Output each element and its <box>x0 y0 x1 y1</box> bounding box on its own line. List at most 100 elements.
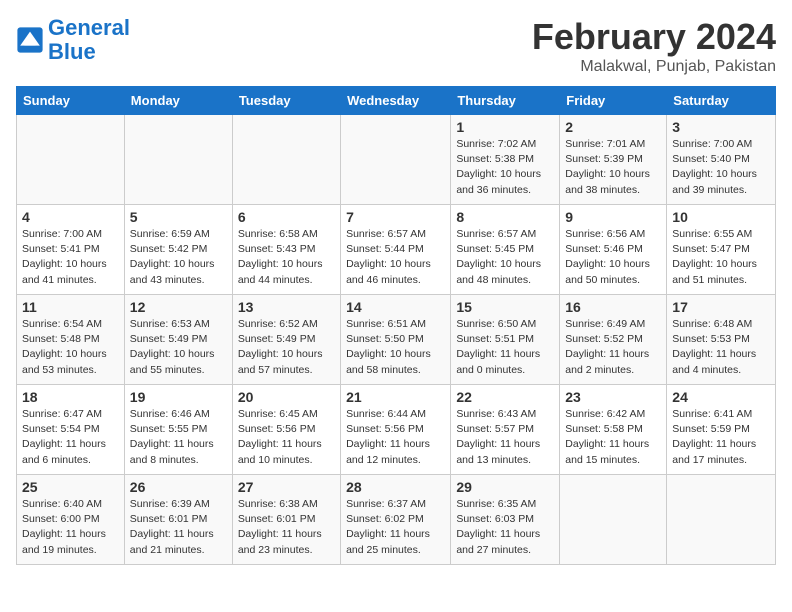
day-info: Sunrise: 7:00 AM Sunset: 5:40 PM Dayligh… <box>672 137 770 198</box>
day-info: Sunrise: 6:51 AM Sunset: 5:50 PM Dayligh… <box>346 317 445 378</box>
calendar-cell: 20 Sunrise: 6:45 AM Sunset: 5:56 PM Dayli… <box>232 385 340 475</box>
day-number: 19 <box>130 389 227 405</box>
calendar-cell <box>124 115 232 205</box>
calendar-cell: 7 Sunrise: 6:57 AM Sunset: 5:44 PM Daylig… <box>341 205 451 295</box>
calendar-cell: 15 Sunrise: 6:50 AM Sunset: 5:51 PM Dayli… <box>451 295 560 385</box>
calendar-cell: 12 Sunrise: 6:53 AM Sunset: 5:49 PM Dayli… <box>124 295 232 385</box>
calendar-cell: 19 Sunrise: 6:46 AM Sunset: 5:55 PM Dayli… <box>124 385 232 475</box>
logo: General Blue <box>16 16 130 64</box>
day-info: Sunrise: 6:59 AM Sunset: 5:42 PM Dayligh… <box>130 227 227 288</box>
calendar-cell: 1 Sunrise: 7:02 AM Sunset: 5:38 PM Daylig… <box>451 115 560 205</box>
calendar-cell: 3 Sunrise: 7:00 AM Sunset: 5:40 PM Daylig… <box>667 115 776 205</box>
day-number: 25 <box>22 479 119 495</box>
calendar-cell: 16Sunrise: 6:49 AM Sunset: 5:52 PM Dayli… <box>560 295 667 385</box>
day-number: 4 <box>22 209 119 225</box>
calendar-cell: 4 Sunrise: 7:00 AM Sunset: 5:41 PM Daylig… <box>17 205 125 295</box>
day-number: 5 <box>130 209 227 225</box>
calendar-cell: 28Sunrise: 6:37 AM Sunset: 6:02 PM Dayli… <box>341 475 451 565</box>
calendar-cell: 25 Sunrise: 6:40 AM Sunset: 6:00 PM Dayli… <box>17 475 125 565</box>
day-number: 26 <box>130 479 227 495</box>
day-number: 9 <box>565 209 661 225</box>
calendar-cell: 26 Sunrise: 6:39 AM Sunset: 6:01 PM Dayli… <box>124 475 232 565</box>
day-info: Sunrise: 6:44 AM Sunset: 5:56 PM Dayligh… <box>346 407 445 468</box>
weekday-header-saturday: Saturday <box>667 87 776 115</box>
day-info: Sunrise: 6:42 AM Sunset: 5:58 PM Dayligh… <box>565 407 661 468</box>
calendar-cell: 29Sunrise: 6:35 AM Sunset: 6:03 PM Dayli… <box>451 475 560 565</box>
calendar-cell: 27 Sunrise: 6:38 AM Sunset: 6:01 PM Dayli… <box>232 475 340 565</box>
weekday-header-thursday: Thursday <box>451 87 560 115</box>
day-info: Sunrise: 6:56 AM Sunset: 5:46 PM Dayligh… <box>565 227 661 288</box>
day-number: 27 <box>238 479 335 495</box>
logo-icon <box>16 26 44 54</box>
day-info: Sunrise: 6:46 AM Sunset: 5:55 PM Dayligh… <box>130 407 227 468</box>
calendar-cell: 9 Sunrise: 6:56 AM Sunset: 5:46 PM Daylig… <box>560 205 667 295</box>
day-number: 17 <box>672 299 770 315</box>
day-info: Sunrise: 6:38 AM Sunset: 6:01 PM Dayligh… <box>238 497 335 558</box>
calendar-table: SundayMondayTuesdayWednesdayThursdayFrid… <box>16 86 776 565</box>
day-number: 12 <box>130 299 227 315</box>
day-number: 22 <box>456 389 554 405</box>
page-header: General Blue February 2024 Malakwal, Pun… <box>16 16 776 76</box>
calendar-cell: 6 Sunrise: 6:58 AM Sunset: 5:43 PM Daylig… <box>232 205 340 295</box>
calendar-cell: 18 Sunrise: 6:47 AM Sunset: 5:54 PM Dayli… <box>17 385 125 475</box>
day-number: 13 <box>238 299 335 315</box>
day-info: Sunrise: 6:43 AM Sunset: 5:57 PM Dayligh… <box>456 407 554 468</box>
week-row-2: 4 Sunrise: 7:00 AM Sunset: 5:41 PM Daylig… <box>17 205 776 295</box>
calendar-cell: 2 Sunrise: 7:01 AM Sunset: 5:39 PM Daylig… <box>560 115 667 205</box>
calendar-cell <box>232 115 340 205</box>
location-title: Malakwal, Punjab, Pakistan <box>532 58 776 76</box>
day-info: Sunrise: 7:00 AM Sunset: 5:41 PM Dayligh… <box>22 227 119 288</box>
calendar-cell: 21 Sunrise: 6:44 AM Sunset: 5:56 PM Dayli… <box>341 385 451 475</box>
day-info: Sunrise: 6:57 AM Sunset: 5:44 PM Dayligh… <box>346 227 445 288</box>
logo-text: General Blue <box>48 16 130 64</box>
day-number: 2 <box>565 119 661 135</box>
day-info: Sunrise: 6:55 AM Sunset: 5:47 PM Dayligh… <box>672 227 770 288</box>
day-info: Sunrise: 6:47 AM Sunset: 5:54 PM Dayligh… <box>22 407 119 468</box>
calendar-cell: 14Sunrise: 6:51 AM Sunset: 5:50 PM Dayli… <box>341 295 451 385</box>
calendar-cell <box>560 475 667 565</box>
day-number: 18 <box>22 389 119 405</box>
calendar-cell <box>17 115 125 205</box>
day-number: 24 <box>672 389 770 405</box>
week-row-3: 11Sunrise: 6:54 AM Sunset: 5:48 PM Dayli… <box>17 295 776 385</box>
day-info: Sunrise: 7:02 AM Sunset: 5:38 PM Dayligh… <box>456 137 554 198</box>
calendar-cell <box>667 475 776 565</box>
day-info: Sunrise: 6:58 AM Sunset: 5:43 PM Dayligh… <box>238 227 335 288</box>
logo-line2: Blue <box>48 39 96 64</box>
calendar-cell: 24 Sunrise: 6:41 AM Sunset: 5:59 PM Dayli… <box>667 385 776 475</box>
day-number: 29 <box>456 479 554 495</box>
day-info: Sunrise: 6:45 AM Sunset: 5:56 PM Dayligh… <box>238 407 335 468</box>
day-info: Sunrise: 6:57 AM Sunset: 5:45 PM Dayligh… <box>456 227 554 288</box>
day-info: Sunrise: 6:39 AM Sunset: 6:01 PM Dayligh… <box>130 497 227 558</box>
logo-line1: General <box>48 15 130 40</box>
day-info: Sunrise: 6:53 AM Sunset: 5:49 PM Dayligh… <box>130 317 227 378</box>
day-info: Sunrise: 7:01 AM Sunset: 5:39 PM Dayligh… <box>565 137 661 198</box>
weekday-header-wednesday: Wednesday <box>341 87 451 115</box>
day-number: 15 <box>456 299 554 315</box>
week-row-1: 1 Sunrise: 7:02 AM Sunset: 5:38 PM Daylig… <box>17 115 776 205</box>
day-number: 3 <box>672 119 770 135</box>
weekday-header-friday: Friday <box>560 87 667 115</box>
day-number: 20 <box>238 389 335 405</box>
calendar-cell: 8 Sunrise: 6:57 AM Sunset: 5:45 PM Daylig… <box>451 205 560 295</box>
day-info: Sunrise: 6:52 AM Sunset: 5:49 PM Dayligh… <box>238 317 335 378</box>
day-number: 8 <box>456 209 554 225</box>
day-number: 6 <box>238 209 335 225</box>
day-info: Sunrise: 6:41 AM Sunset: 5:59 PM Dayligh… <box>672 407 770 468</box>
day-number: 21 <box>346 389 445 405</box>
weekday-header-tuesday: Tuesday <box>232 87 340 115</box>
day-info: Sunrise: 6:50 AM Sunset: 5:51 PM Dayligh… <box>456 317 554 378</box>
weekday-header-monday: Monday <box>124 87 232 115</box>
weekday-header-sunday: Sunday <box>17 87 125 115</box>
day-number: 7 <box>346 209 445 225</box>
day-number: 28 <box>346 479 445 495</box>
day-info: Sunrise: 6:40 AM Sunset: 6:00 PM Dayligh… <box>22 497 119 558</box>
calendar-cell: 23Sunrise: 6:42 AM Sunset: 5:58 PM Dayli… <box>560 385 667 475</box>
calendar-cell: 22 Sunrise: 6:43 AM Sunset: 5:57 PM Dayli… <box>451 385 560 475</box>
day-info: Sunrise: 6:54 AM Sunset: 5:48 PM Dayligh… <box>22 317 119 378</box>
month-title: February 2024 <box>532 16 776 58</box>
weekday-header-row: SundayMondayTuesdayWednesdayThursdayFrid… <box>17 87 776 115</box>
week-row-4: 18 Sunrise: 6:47 AM Sunset: 5:54 PM Dayli… <box>17 385 776 475</box>
calendar-cell <box>341 115 451 205</box>
day-number: 1 <box>456 119 554 135</box>
